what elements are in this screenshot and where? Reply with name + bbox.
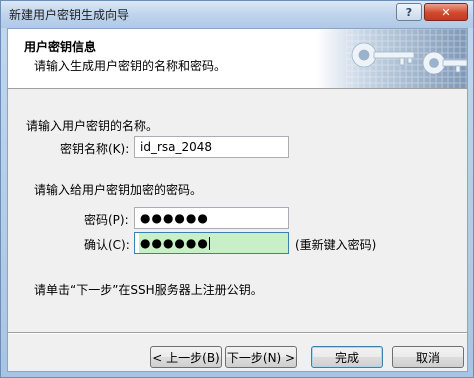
finish-button[interactable]: 完成 — [311, 346, 383, 368]
password-label: 密码(P): — [84, 213, 129, 227]
wizard-window: 新建用户密钥生成向导 ? ✕ 用户密钥信息 请输入生成用户密钥的名称和密码。 请… — [0, 0, 474, 378]
header-title: 用户密钥信息 — [24, 40, 97, 54]
help-button[interactable]: ? — [396, 3, 422, 21]
next-button[interactable]: 下一步(N) > — [225, 346, 297, 368]
header-subtitle: 请输入生成用户密钥的名称和密码。 — [34, 59, 227, 73]
title-bar[interactable]: 新建用户密钥生成向导 ? ✕ — [1, 1, 473, 28]
window-title: 新建用户密钥生成向导 — [9, 8, 130, 22]
back-button[interactable]: < 上一步(B) — [150, 346, 222, 368]
close-button[interactable]: ✕ — [424, 3, 468, 21]
button-separator — [8, 332, 467, 334]
name-instruction: 请输入用户密钥的名称。 — [26, 119, 159, 133]
key-name-value: id_rsa_2048 — [140, 140, 213, 154]
confirm-password-field[interactable]: ●●●●●● — [134, 232, 289, 254]
password-instruction: 请输入给用户密钥加密的密码。 — [34, 183, 203, 197]
password-field[interactable]: ●●●●●● — [134, 207, 289, 229]
footer-note: 请单击“下一步”在SSH服务器上注册公钥。 — [34, 283, 263, 297]
wizard-header: 用户密钥信息 请输入生成用户密钥的名称和密码。 — [8, 29, 467, 89]
key-name-label: 密钥名称(K): — [60, 142, 130, 156]
confirm-hint: (重新键入密码) — [295, 238, 377, 252]
keys-banner-icon — [316, 29, 467, 88]
wizard-page: 用户密钥信息 请输入生成用户密钥的名称和密码。 请输入用户密钥的名称。 密钥名称… — [7, 28, 468, 372]
password-mask: ●●●●●● — [140, 211, 209, 225]
key-name-input[interactable]: id_rsa_2048 — [134, 136, 289, 158]
confirm-password-label: 确认(C): — [84, 238, 130, 252]
confirm-password-mask: ●●●●●● — [140, 236, 209, 250]
cancel-button[interactable]: 取消 — [392, 346, 464, 368]
text-cursor — [208, 237, 210, 250]
